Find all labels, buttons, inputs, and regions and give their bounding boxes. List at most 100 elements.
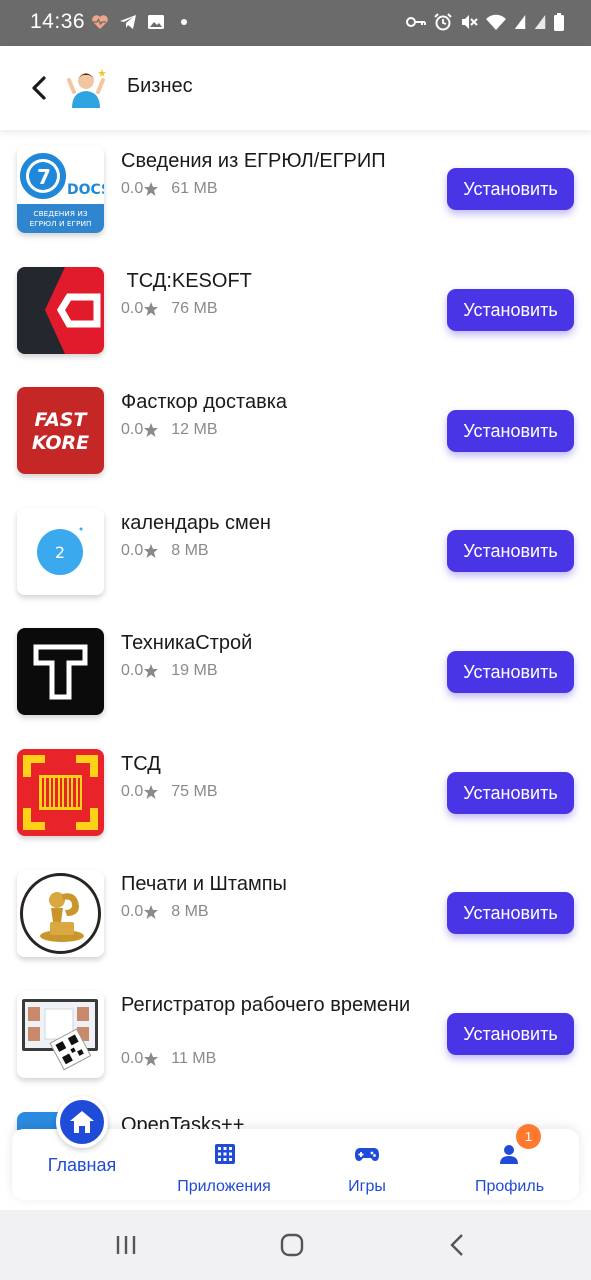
app-meta: 0.0 19 MB: [121, 662, 218, 680]
app-size: 76 MB: [171, 300, 218, 317]
star-icon: [144, 544, 159, 558]
install-button[interactable]: Установить: [447, 892, 574, 934]
list-item[interactable]: ТСД 0.0 75 MB Установить: [0, 733, 591, 853]
app-rating: 0.0: [121, 300, 144, 317]
list-item[interactable]: FAST KORE Фасткор доставка 0.0 12 MB Уст…: [0, 371, 591, 491]
app-size: 19 MB: [171, 662, 218, 679]
list-item[interactable]: ТехникаСтрой 0.0 19 MB Установить: [0, 612, 591, 732]
install-button[interactable]: Установить: [447, 530, 574, 572]
app-size: 8 MB: [171, 542, 209, 559]
list-item[interactable]: ТСД:KESOFT 0.0 76 MB Установить: [0, 250, 591, 370]
install-button[interactable]: Установить: [447, 168, 574, 210]
app-meta: 0.0 8 MB: [121, 542, 209, 560]
app-meta: 0.0 75 MB: [121, 783, 218, 801]
system-nav-bar: [0, 1210, 591, 1280]
app-rating: 0.0: [121, 783, 144, 800]
recents-icon[interactable]: [111, 1230, 141, 1260]
app-meta: 0.0 8 MB: [121, 903, 209, 921]
battery-icon: [554, 13, 564, 31]
nav-label-profile: Профиль: [474, 1178, 545, 1195]
svg-text:СВЕДЕНИЯ ИЗ: СВЕДЕНИЯ ИЗ: [33, 209, 87, 218]
app-rating: 0.0: [121, 180, 144, 197]
app-size: 8 MB: [171, 903, 209, 920]
app-header: Бизнес: [0, 46, 591, 130]
app-meta: 0.0 12 MB: [121, 421, 218, 439]
back-nav-icon[interactable]: [443, 1230, 473, 1260]
list-item[interactable]: 7 DOCS СВЕДЕНИЯ ИЗ ЕГРЮЛ И ЕГРИП Сведени…: [0, 130, 591, 250]
list-item[interactable]: Печати и Штампы 0.0 8 MB Установить: [0, 853, 591, 973]
app-meta: 0.0 11 MB: [121, 1050, 216, 1068]
nav-label-apps: Приложения: [177, 1178, 271, 1195]
install-button[interactable]: Установить: [447, 289, 574, 331]
app-name: ТСД: [121, 753, 161, 775]
app-size: 12 MB: [171, 421, 218, 438]
app-rating: 0.0: [121, 662, 144, 679]
user-icon: [500, 1145, 518, 1164]
home-icon: [70, 1111, 94, 1133]
time-tracker-icon: [17, 991, 104, 1078]
signal-icon: [534, 15, 546, 29]
wifi-icon: [486, 14, 506, 30]
stamp-icon: [17, 870, 104, 957]
app-meta: 0.0 61 MB: [121, 180, 218, 198]
app-size: 75 MB: [171, 783, 218, 800]
barcode-scanner-icon: [17, 749, 104, 836]
gallery-icon: [148, 15, 164, 29]
install-button[interactable]: Установить: [447, 772, 574, 814]
install-button[interactable]: Установить: [447, 651, 574, 693]
mute-icon: [462, 15, 478, 29]
home-nav-icon[interactable]: [277, 1230, 307, 1260]
page-title: Бизнес: [127, 75, 193, 97]
nav-item-apps[interactable]: Приложения: [164, 1139, 284, 1197]
svg-text:KORE: KORE: [32, 432, 89, 454]
app-name: OpenTasks++: [121, 1114, 245, 1130]
kesoft-icon: [17, 267, 104, 354]
star-icon: [144, 302, 159, 316]
star-icon: [144, 182, 159, 196]
list-item[interactable]: 2 календарь смен 0.0 8 MB Установить: [0, 492, 591, 612]
app-rating: 0.0: [121, 1050, 144, 1067]
app-name: Печати и Штампы: [121, 873, 287, 895]
app-name: календарь смен: [121, 512, 271, 534]
svg-text:DOCS: DOCS: [67, 182, 104, 198]
app-name: Фасткор доставка: [121, 391, 288, 413]
svg-text:2: 2: [55, 543, 65, 562]
gamepad-icon: [355, 1148, 379, 1161]
notification-badge: 1: [516, 1124, 541, 1149]
alarm-icon: [434, 13, 452, 31]
svg-text:7: 7: [37, 165, 51, 189]
arrow-back-icon[interactable]: [22, 70, 58, 106]
nav-item-games[interactable]: Игры: [322, 1139, 412, 1197]
install-button[interactable]: Установить: [447, 410, 574, 452]
t-letter-icon: [17, 628, 104, 715]
app-meta: 0.0 76 MB: [121, 300, 218, 318]
nav-label-games: Игры: [348, 1178, 386, 1195]
app-name: Регистратор рабочего времени: [121, 994, 411, 1016]
list-item[interactable]: Регистратор рабочего времени 0.0 11 MB У…: [0, 974, 591, 1114]
fastkore-icon: FAST KORE: [17, 387, 104, 474]
app-size: 11 MB: [171, 1050, 217, 1067]
app-rating: 0.0: [121, 421, 144, 438]
apps-grid-icon: [215, 1144, 235, 1164]
signal-icon: [514, 15, 526, 29]
heart-pulse-icon: [92, 15, 108, 29]
star-icon: [144, 664, 159, 678]
vpn-key-icon: [406, 17, 426, 27]
telegram-icon: [120, 15, 136, 29]
home-button[interactable]: [56, 1096, 108, 1148]
app-name: ТехникаСтрой: [121, 632, 253, 654]
nav-label-home: Главная: [47, 1155, 117, 1175]
svg-text:FAST: FAST: [35, 409, 89, 431]
app-size: 61 MB: [171, 180, 218, 197]
star-icon: [144, 785, 159, 799]
app-name: ТСД:KESOFT: [121, 270, 252, 292]
dot-icon: [181, 19, 187, 25]
install-button[interactable]: Установить: [447, 1013, 574, 1055]
app-rating: 0.0: [121, 542, 144, 559]
app-name: Сведения из ЕГРЮЛ/ЕГРИП: [121, 150, 386, 172]
star-icon: [144, 905, 159, 919]
nav-item-profile[interactable]: Профиль: [462, 1139, 557, 1197]
category-avatar-icon: [67, 69, 106, 108]
app-rating: 0.0: [121, 903, 144, 920]
star-icon: [144, 423, 159, 437]
